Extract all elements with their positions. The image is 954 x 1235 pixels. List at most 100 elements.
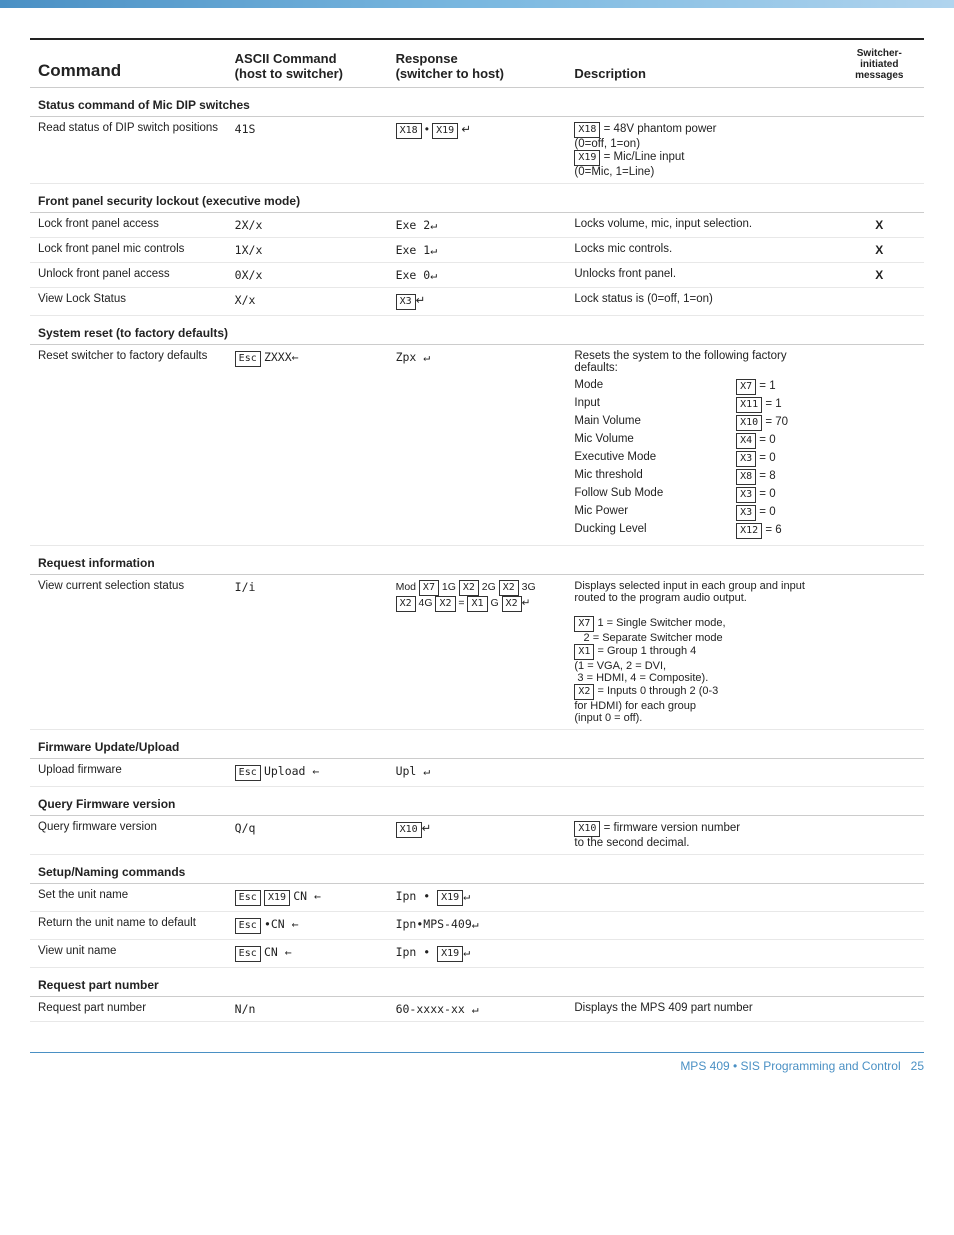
desc-view-name [566,940,834,968]
kbd-x3-power: X3 [736,505,756,521]
switcher-empty6 [835,816,924,855]
switcher-empty2 [835,288,924,316]
cmd-return-name: Return the unit name to default [30,912,227,940]
switcher-empty4 [835,575,924,730]
section-front-panel: Front panel security lockout (executive … [30,184,924,213]
kbd-x19: X19 [432,123,458,139]
table-row: Unlock front panel access 0X/x Exe 0↵ Un… [30,263,924,288]
ascii-esc-dot-cn: Esc •CN ← [227,912,388,940]
kbd-x3-exec: X3 [736,451,756,467]
section-request-info: Request information [30,546,924,575]
resp-exe0: Exe 0↵ [388,263,567,288]
kbd-x1: X1 [467,596,487,612]
switcher-empty [835,117,924,184]
main-table: Command ASCII Command(host to switcher) … [30,38,924,1022]
resp-ipn-mps: Ipn•MPS-409↵ [388,912,567,940]
kbd-x19-view: X19 [437,946,463,962]
ascii-1xx: 1X/x [227,238,388,263]
resp-exe2: Exe 2↵ [388,213,567,238]
ascii-ii: I/i [227,575,388,730]
kbd-x3: X3 [396,294,416,310]
section-title-setup: Setup/Naming commands [30,855,924,884]
table-row: Return the unit name to default Esc •CN … [30,912,924,940]
desc-lock-front: Locks volume, mic, input selection. [566,213,834,238]
desc-req-part: Displays the MPS 409 part number [566,997,834,1022]
ascii-0xx: 0X/x [227,263,388,288]
switcher-empty10 [835,997,924,1022]
ascii-2xx: 2X/x [227,213,388,238]
kbd-x2-desc: X2 [574,684,594,700]
section-title-firmware: Firmware Update/Upload [30,730,924,759]
kbd-x19-desc: X19 [574,150,600,166]
resp-exe1: Exe 1↵ [388,238,567,263]
table-row: Upload firmware Esc Upload ← Upl ↵ [30,759,924,787]
section-status-mic: Status command of Mic DIP switches [30,88,924,117]
kbd-x10-desc: X10 [574,821,600,837]
kbd-x19-resp: X19 [437,890,463,906]
switcher-empty5 [835,759,924,787]
resp-zpx: Zpx ↵ [388,345,567,546]
cmd-reset-factory: Reset switcher to factory defaults [30,345,227,546]
section-firmware: Firmware Update/Upload [30,730,924,759]
ascii-esc-upload: Esc Upload ← [227,759,388,787]
desc-view-selection: Displays selected input in each group an… [566,575,834,730]
table-row: Request part number N/n 60-xxxx-xx ↵ Dis… [30,997,924,1022]
switcher-x3: X [835,263,924,288]
kbd-x18-desc: X18 [574,122,600,138]
top-bar [0,0,954,8]
cmd-read-dip: Read status of DIP switch positions [30,117,227,184]
section-system-reset: System reset (to factory defaults) [30,316,924,345]
section-title-reset: System reset (to factory defaults) [30,316,924,345]
resp-x18x19: X18 • X19 ↵ [388,117,567,184]
table-row: View Lock Status X/x X3↵ Lock status is … [30,288,924,316]
kbd-esc1: Esc [235,351,261,367]
cmd-view-name: View unit name [30,940,227,968]
desc-set-name [566,884,834,912]
desc-unlock-front: Unlocks front panel. [566,263,834,288]
kbd-x7-mod: X7 [419,580,439,596]
table-row: Read status of DIP switch positions 41S … [30,117,924,184]
table-row: Lock front panel access 2X/x Exe 2↵ Lock… [30,213,924,238]
resp-x10: X10↵ [388,816,567,855]
cmd-lock-front: Lock front panel access [30,213,227,238]
kbd-x11-input: X11 [736,397,762,413]
kbd-x18: X18 [396,123,422,139]
cmd-view-selection: View current selection status [30,575,227,730]
desc-upload-fw [566,759,834,787]
col-header-desc: Description [566,39,834,88]
footer: MPS 409 • SIS Programming and Control 25 [30,1052,924,1073]
kbd-esc3: Esc [235,890,261,906]
cmd-query-fw: Query firmware version [30,816,227,855]
section-setup-naming: Setup/Naming commands [30,855,924,884]
desc-x18x19: X18 = 48V phantom power (0=off, 1=on) X1… [566,117,834,184]
cmd-req-part: Request part number [30,997,227,1022]
switcher-x1: X [835,213,924,238]
resp-ipn-x19-view: Ipn • X19↵ [388,940,567,968]
cmd-lock-mic: Lock front panel mic controls [30,238,227,263]
resp-upl: Upl ↵ [388,759,567,787]
table-row: Lock front panel mic controls 1X/x Exe 1… [30,238,924,263]
kbd-x4-mic: X4 [736,433,756,449]
kbd-x1-desc: X1 [574,644,594,660]
col-header-command: Command [30,39,227,88]
section-title-req: Request information [30,546,924,575]
section-query-fw: Query Firmware version [30,787,924,816]
switcher-empty3 [835,345,924,546]
section-part-number: Request part number [30,968,924,997]
cmd-unlock-front: Unlock front panel access [30,263,227,288]
section-title-front: Front panel security lockout (executive … [30,184,924,213]
switcher-empty8 [835,912,924,940]
desc-view-lock: Lock status is (0=off, 1=on) [566,288,834,316]
kbd-x10-vol: X10 [736,415,762,431]
kbd-x7-mode: X7 [736,379,756,395]
ascii-nn: N/n [227,997,388,1022]
ascii-xx: X/x [227,288,388,316]
kbd-x19-set: X19 [264,890,290,906]
col-header-switcher: Switcher-initiatedmessages [835,39,924,88]
table-row: Reset switcher to factory defaults Esc Z… [30,345,924,546]
kbd-x2-g: X2 [502,596,522,612]
table-row: View unit name Esc CN ← Ipn • X19↵ [30,940,924,968]
kbd-x2-4g: X2 [435,596,455,612]
desc-query-fw: X10 = firmware version numberto the seco… [566,816,834,855]
resp-x3: X3↵ [388,288,567,316]
